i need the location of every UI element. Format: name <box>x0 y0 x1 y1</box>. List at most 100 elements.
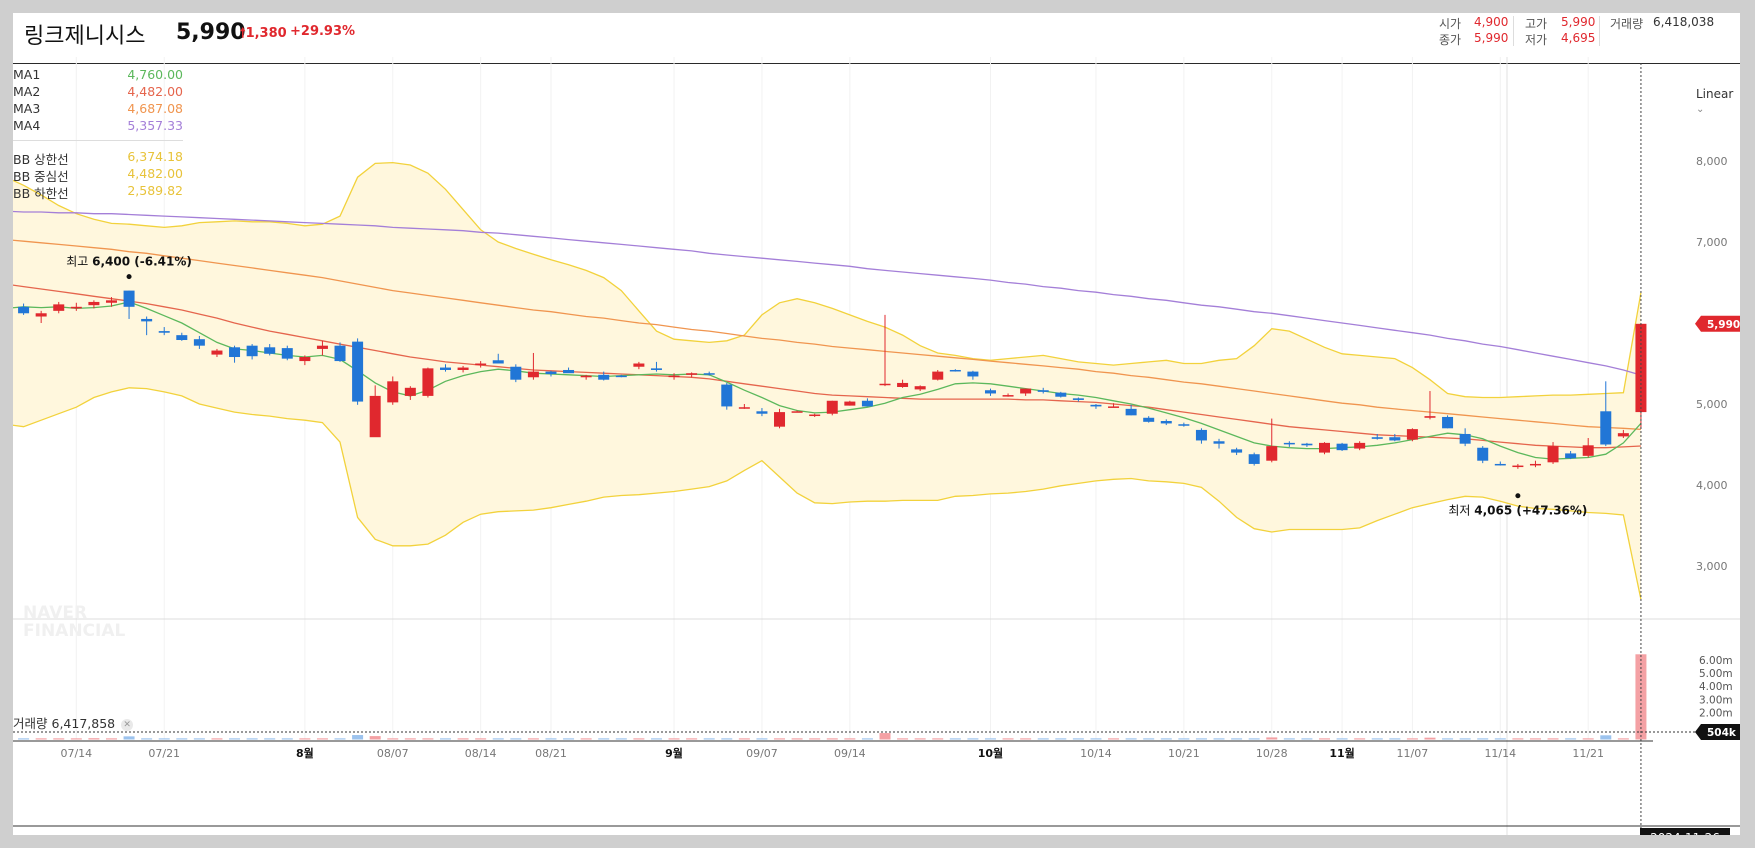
annotation-pct: (+47.36%) <box>1516 504 1587 518</box>
volume-bar <box>1371 738 1383 740</box>
volume-bar <box>369 736 381 740</box>
date-tick-label: 11/14 <box>1484 747 1516 760</box>
candle-body <box>738 407 750 409</box>
volume-bar <box>1494 738 1506 740</box>
volume-bar <box>914 738 926 740</box>
candle <box>1477 446 1489 464</box>
chevron-down-icon: ⌄ <box>1696 104 1705 115</box>
volume-bar <box>1266 737 1278 740</box>
volume-bar <box>246 738 258 740</box>
volume-bar <box>879 733 891 740</box>
date-tick-label: 8월 <box>296 746 314 760</box>
annotation-label: 최고 6,400 (-6.41%) <box>66 255 192 269</box>
volume-bar <box>457 738 469 740</box>
candle-body <box>387 381 399 403</box>
candle <box>422 367 434 398</box>
volume-bar <box>861 738 873 740</box>
annotation-value: 6,400 <box>92 255 134 269</box>
candle-body <box>176 335 188 341</box>
volume-bar <box>1442 738 1454 740</box>
candle-body <box>1354 442 1366 449</box>
volume-bar <box>475 738 487 740</box>
candle-body <box>1266 446 1278 461</box>
candle-body <box>1160 421 1172 424</box>
close-icon[interactable]: ✕ <box>121 719 134 731</box>
annotation-dot <box>1515 493 1521 499</box>
volume-bar <box>53 738 65 740</box>
candle-body <box>211 350 223 355</box>
candle-body <box>650 368 662 370</box>
candle-body <box>703 373 715 375</box>
price-tick-label: 5,000 <box>1696 398 1728 411</box>
volume-bar <box>18 738 30 740</box>
volume-bar <box>316 738 328 740</box>
candle-body <box>88 301 100 306</box>
volume-bar <box>633 738 645 740</box>
candle-body <box>1301 443 1313 446</box>
candle-body <box>721 384 733 407</box>
volume-bar <box>141 738 153 740</box>
date-tick-label: 10/28 <box>1256 747 1288 760</box>
volume-tick-label: 6.00m <box>1699 655 1733 667</box>
price-tick-label: 7,000 <box>1696 236 1728 249</box>
candle-body <box>1195 429 1207 441</box>
candle-body <box>598 374 610 380</box>
watermark-line-2: FINANCIAL <box>23 621 126 641</box>
volume-bar <box>668 738 680 740</box>
candle-body <box>334 345 346 362</box>
date-tick-label: 09/14 <box>834 747 866 760</box>
candle-body <box>1406 429 1418 440</box>
candle <box>510 364 522 383</box>
volume-tick-label: 5.00m <box>1699 668 1733 680</box>
candle-body <box>826 400 838 414</box>
volume-header-value: 6,417,858 <box>51 716 116 731</box>
candle-body <box>897 382 909 387</box>
legend-bb-lower: BB 하한선 2,589.82 <box>13 183 183 201</box>
candle-body <box>1283 442 1295 445</box>
scale-mode-label: Linear <box>1696 87 1734 101</box>
scale-mode-dropdown[interactable]: Linear ⌄ <box>1696 87 1740 115</box>
volume-bar <box>1055 738 1067 740</box>
candle-body <box>949 369 961 372</box>
candle-body <box>1108 406 1120 408</box>
date-tick-label: 11/07 <box>1397 747 1429 760</box>
volume-bar <box>738 738 750 740</box>
crosshair-date-badge: 2024-11-26 <box>1640 828 1730 835</box>
candle-body <box>791 411 803 413</box>
volume-bar <box>281 738 293 740</box>
volume-bar <box>756 738 768 740</box>
candle-body <box>615 375 627 378</box>
volume-bar <box>932 738 944 740</box>
candle-body <box>1371 437 1383 439</box>
candle-body <box>281 348 293 359</box>
volume-bar <box>1600 735 1612 740</box>
volume-bar <box>1020 738 1032 740</box>
candle-body <box>141 318 153 322</box>
volume-bar <box>650 738 662 740</box>
volume-tick-label: 3.00m <box>1699 694 1733 706</box>
volume-bar <box>70 738 82 740</box>
candle-body <box>18 306 30 314</box>
bollinger-band <box>13 162 1641 600</box>
volume-header: 거래량 6,417,858 ✕ <box>13 713 134 732</box>
candle-body <box>123 290 135 307</box>
candle <box>1442 415 1454 429</box>
candle-body <box>1582 445 1594 456</box>
volume-bar <box>510 738 522 740</box>
candle-body <box>1072 398 1084 400</box>
volume-bar <box>264 738 276 740</box>
date-tick-label: 08/07 <box>377 747 409 760</box>
candle-body <box>756 411 768 414</box>
volume-bar <box>1125 738 1137 740</box>
volume-bar <box>35 738 47 740</box>
candle-body <box>475 363 487 366</box>
price-chart[interactable]: NAVER FINANCIAL 최고 6,400 (-6.41%) 최저 4,06… <box>13 13 1740 835</box>
volume-bar <box>967 738 979 740</box>
legend-bb-upper: BB 상한선 6,374.18 <box>13 149 183 167</box>
volume-bar <box>809 738 821 740</box>
candle-body <box>914 386 926 390</box>
volume-bar <box>88 738 100 740</box>
candle <box>1406 428 1418 442</box>
candle-body <box>1125 408 1137 416</box>
legend-ma1: MA1 4,760.00 <box>13 67 183 82</box>
